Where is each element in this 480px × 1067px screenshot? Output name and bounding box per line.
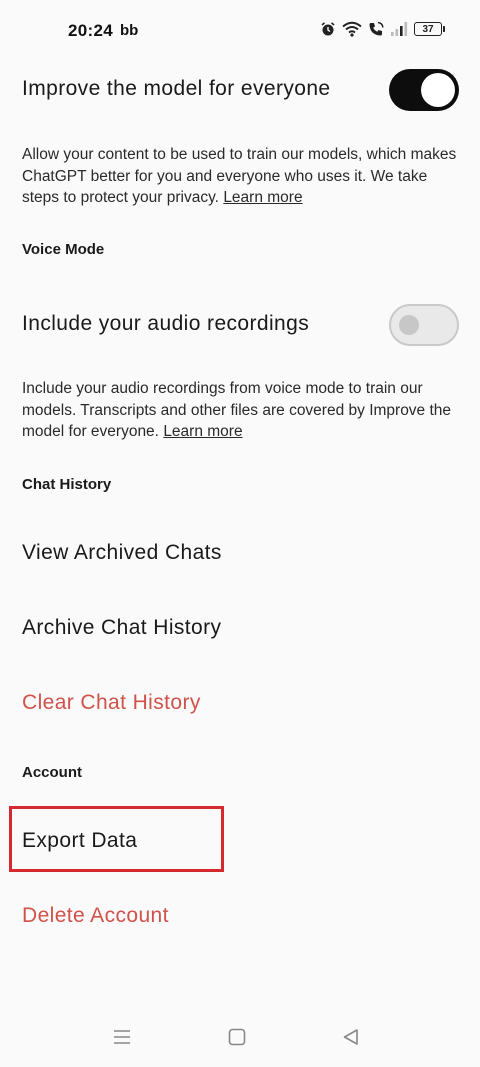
- improve-model-title: Improve the model for everyone: [22, 77, 331, 100]
- alarm-icon: [320, 21, 336, 37]
- status-bar: 20:24 bb 37: [0, 0, 480, 64]
- app-indicator-icon: bb: [120, 22, 139, 39]
- improve-model-toggle[interactable]: [389, 69, 459, 111]
- account-header: Account: [22, 764, 82, 781]
- menu-icon[interactable]: [113, 1028, 131, 1051]
- wifi-icon: [342, 21, 362, 37]
- status-time: 20:24: [68, 21, 113, 40]
- improve-model-learn-more-link[interactable]: Learn more: [223, 189, 302, 206]
- navigation-bar: [0, 1010, 480, 1067]
- chat-history-header: Chat History: [22, 476, 112, 493]
- call-icon: [368, 21, 384, 37]
- view-archived-chats-button[interactable]: View Archived Chats: [22, 541, 222, 565]
- audio-recordings-description: Include your audio recordings from voice…: [22, 378, 462, 443]
- audio-recordings-learn-more-link[interactable]: Learn more: [163, 423, 242, 440]
- status-icons: 37: [320, 21, 445, 37]
- improve-model-description: Allow your content to be used to train o…: [22, 144, 462, 209]
- export-data-highlight: [9, 806, 224, 872]
- audio-recordings-title: Include your audio recordings: [22, 312, 310, 335]
- toggle-knob: [399, 315, 419, 335]
- voice-mode-header: Voice Mode: [22, 241, 105, 258]
- battery-icon: 37: [414, 22, 445, 36]
- signal-icon: [390, 21, 408, 37]
- delete-account-button[interactable]: Delete Account: [22, 904, 169, 928]
- audio-recordings-toggle[interactable]: [389, 304, 459, 346]
- home-square-icon[interactable]: [228, 1028, 246, 1051]
- archive-chat-history-button[interactable]: Archive Chat History: [22, 616, 221, 640]
- clear-chat-history-button[interactable]: Clear Chat History: [22, 691, 201, 715]
- back-triangle-icon[interactable]: [342, 1028, 360, 1051]
- toggle-knob: [421, 73, 455, 107]
